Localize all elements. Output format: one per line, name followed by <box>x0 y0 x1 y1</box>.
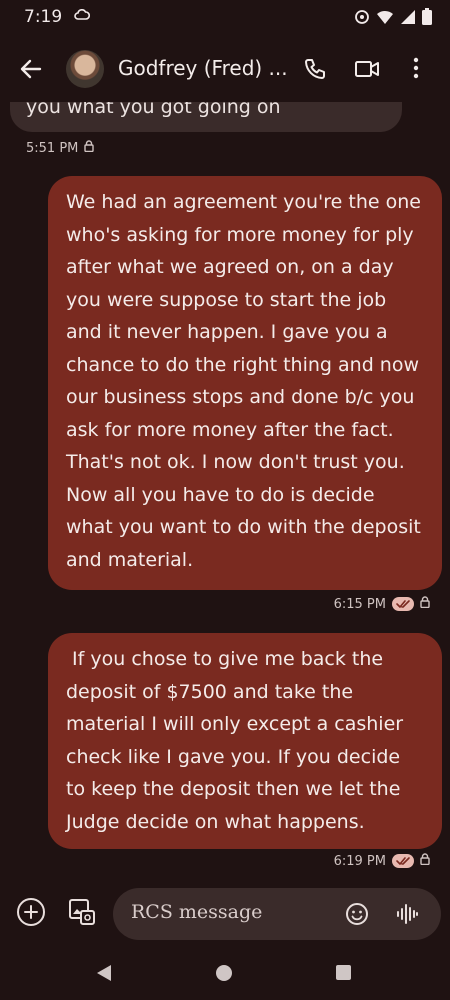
sent-message-bubble[interactable]: If you chose to give me back the deposit… <box>48 633 442 849</box>
lock-icon <box>420 853 430 869</box>
sent-message-bubble[interactable]: We had an agreement you're the one who's… <box>48 176 442 590</box>
compose-bar: RCS message <box>0 884 450 942</box>
add-attachment-icon[interactable] <box>17 898 45 926</box>
message-time: 5:51 PM <box>26 140 79 156</box>
cellular-signal-icon <box>400 9 416 29</box>
cloud-icon <box>74 7 91 26</box>
nav-home-icon[interactable] <box>216 965 232 981</box>
video-call-icon[interactable] <box>354 58 380 84</box>
nav-back-icon[interactable] <box>96 964 112 986</box>
message-input[interactable]: RCS message <box>113 888 441 940</box>
back-arrow-icon[interactable] <box>18 56 44 82</box>
status-bar: 7:19 <box>0 0 450 36</box>
voice-message-icon[interactable] <box>395 903 419 929</box>
sent-message-meta: 6:15 PM <box>334 596 430 612</box>
wifi-icon <box>376 9 394 29</box>
lock-icon <box>84 140 95 156</box>
nav-recents-icon[interactable] <box>336 965 351 980</box>
read-receipt-icon <box>392 597 414 611</box>
message-time: 6:19 PM <box>333 853 386 869</box>
sync-icon <box>354 9 370 29</box>
sent-message-meta: 6:19 PM <box>334 853 430 869</box>
battery-icon <box>422 8 432 29</box>
gallery-icon[interactable] <box>68 898 96 930</box>
emoji-icon[interactable] <box>345 902 369 930</box>
status-time: 7:19 <box>24 7 63 27</box>
phone-icon[interactable] <box>303 57 327 85</box>
more-options-icon[interactable] <box>412 56 420 84</box>
message-text: We had an agreement you're the one who's… <box>66 191 421 571</box>
received-message-meta: 5:51 PM <box>26 140 95 156</box>
contact-avatar[interactable] <box>66 50 104 88</box>
read-receipt-icon <box>392 854 414 868</box>
contact-name[interactable]: Godfrey (Fred) ... <box>118 56 288 80</box>
message-input-placeholder: RCS message <box>131 901 263 923</box>
lock-icon <box>420 596 430 612</box>
message-text: If you chose to give me back the deposit… <box>66 648 410 833</box>
status-icons <box>354 8 432 29</box>
system-navigation-bar <box>0 946 450 1000</box>
app-bar: Godfrey (Fred) ... <box>0 36 450 102</box>
message-time: 6:15 PM <box>333 596 386 612</box>
